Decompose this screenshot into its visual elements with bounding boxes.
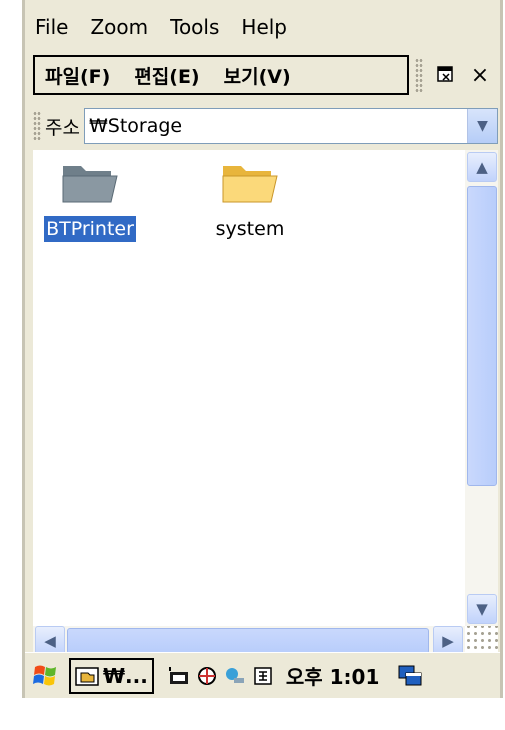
command-bar: 파일(F) 편집(E) 보기(V) ×	[33, 54, 498, 96]
chevron-down-icon: ▼	[477, 118, 488, 134]
chevron-left-icon: ◀	[44, 632, 56, 650]
file-list-area: BTPrinter system ▲ ▼ ◀ ▶	[33, 150, 498, 730]
folder-yellow-icon	[222, 166, 278, 203]
emulator-window: File Zoom Tools Help 파일(F) 편집(E) 보기(V) ×…	[22, 0, 503, 730]
file-label-system: system	[215, 218, 285, 240]
desktop-icon[interactable]	[397, 663, 423, 689]
address-dropdown-button[interactable]: ▼	[467, 109, 497, 143]
menu-file-kr[interactable]: 파일(F)	[45, 62, 110, 89]
connection-icon[interactable]	[168, 665, 190, 687]
start-flag-icon[interactable]	[31, 661, 61, 691]
clock-text[interactable]: 오후 1:01	[286, 661, 380, 690]
address-bar: 주소 ₩Storage ▼	[33, 106, 498, 146]
emulator-menubar: File Zoom Tools Help	[25, 8, 500, 46]
chevron-down-icon: ▼	[476, 600, 488, 618]
menu-file[interactable]: File	[35, 15, 68, 39]
explorer-icon	[75, 666, 99, 686]
vertical-scroll-thumb[interactable]	[467, 186, 497, 486]
file-item-btprinter[interactable]: BTPrinter	[35, 158, 145, 243]
menu-edit-kr[interactable]: 편집(E)	[134, 62, 199, 89]
address-label: 주소	[45, 116, 80, 139]
menu-help[interactable]: Help	[241, 15, 287, 39]
address-grip[interactable]	[33, 111, 41, 141]
toolbar-grip[interactable]	[415, 58, 423, 92]
taskbar: ₩... 오후 1:01	[25, 652, 500, 698]
properties-icon	[437, 66, 453, 82]
menu-tools[interactable]: Tools	[170, 15, 219, 39]
task-label: ₩...	[103, 663, 148, 688]
app-menu-box: 파일(F) 편집(E) 보기(V)	[33, 55, 409, 95]
close-icon: ×	[470, 62, 490, 88]
menu-zoom[interactable]: Zoom	[90, 15, 148, 39]
file-label-btprinter: BTPrinter	[43, 215, 137, 243]
address-input[interactable]: ₩Storage ▼	[83, 108, 498, 144]
horizontal-scroll-thumb[interactable]	[67, 628, 429, 654]
scroll-down-button[interactable]: ▼	[467, 594, 497, 624]
chevron-right-icon: ▶	[442, 632, 454, 650]
properties-button[interactable]	[429, 57, 463, 93]
system-tray: 오후 1:01	[168, 661, 424, 690]
activesync-icon[interactable]	[224, 665, 246, 687]
file-item-system[interactable]: system	[195, 158, 305, 242]
chevron-up-icon: ▲	[476, 158, 488, 176]
input-panel-icon[interactable]	[252, 665, 274, 687]
address-value: ₩Storage	[88, 115, 183, 137]
network-icon[interactable]	[196, 665, 218, 687]
vertical-scrollbar[interactable]: ▲ ▼	[465, 150, 498, 626]
scroll-up-button[interactable]: ▲	[467, 152, 497, 182]
folder-gray-icon	[62, 166, 118, 203]
menu-view-kr[interactable]: 보기(V)	[224, 62, 291, 89]
taskbar-explorer-button[interactable]: ₩...	[69, 657, 154, 694]
close-button[interactable]: ×	[463, 57, 497, 93]
